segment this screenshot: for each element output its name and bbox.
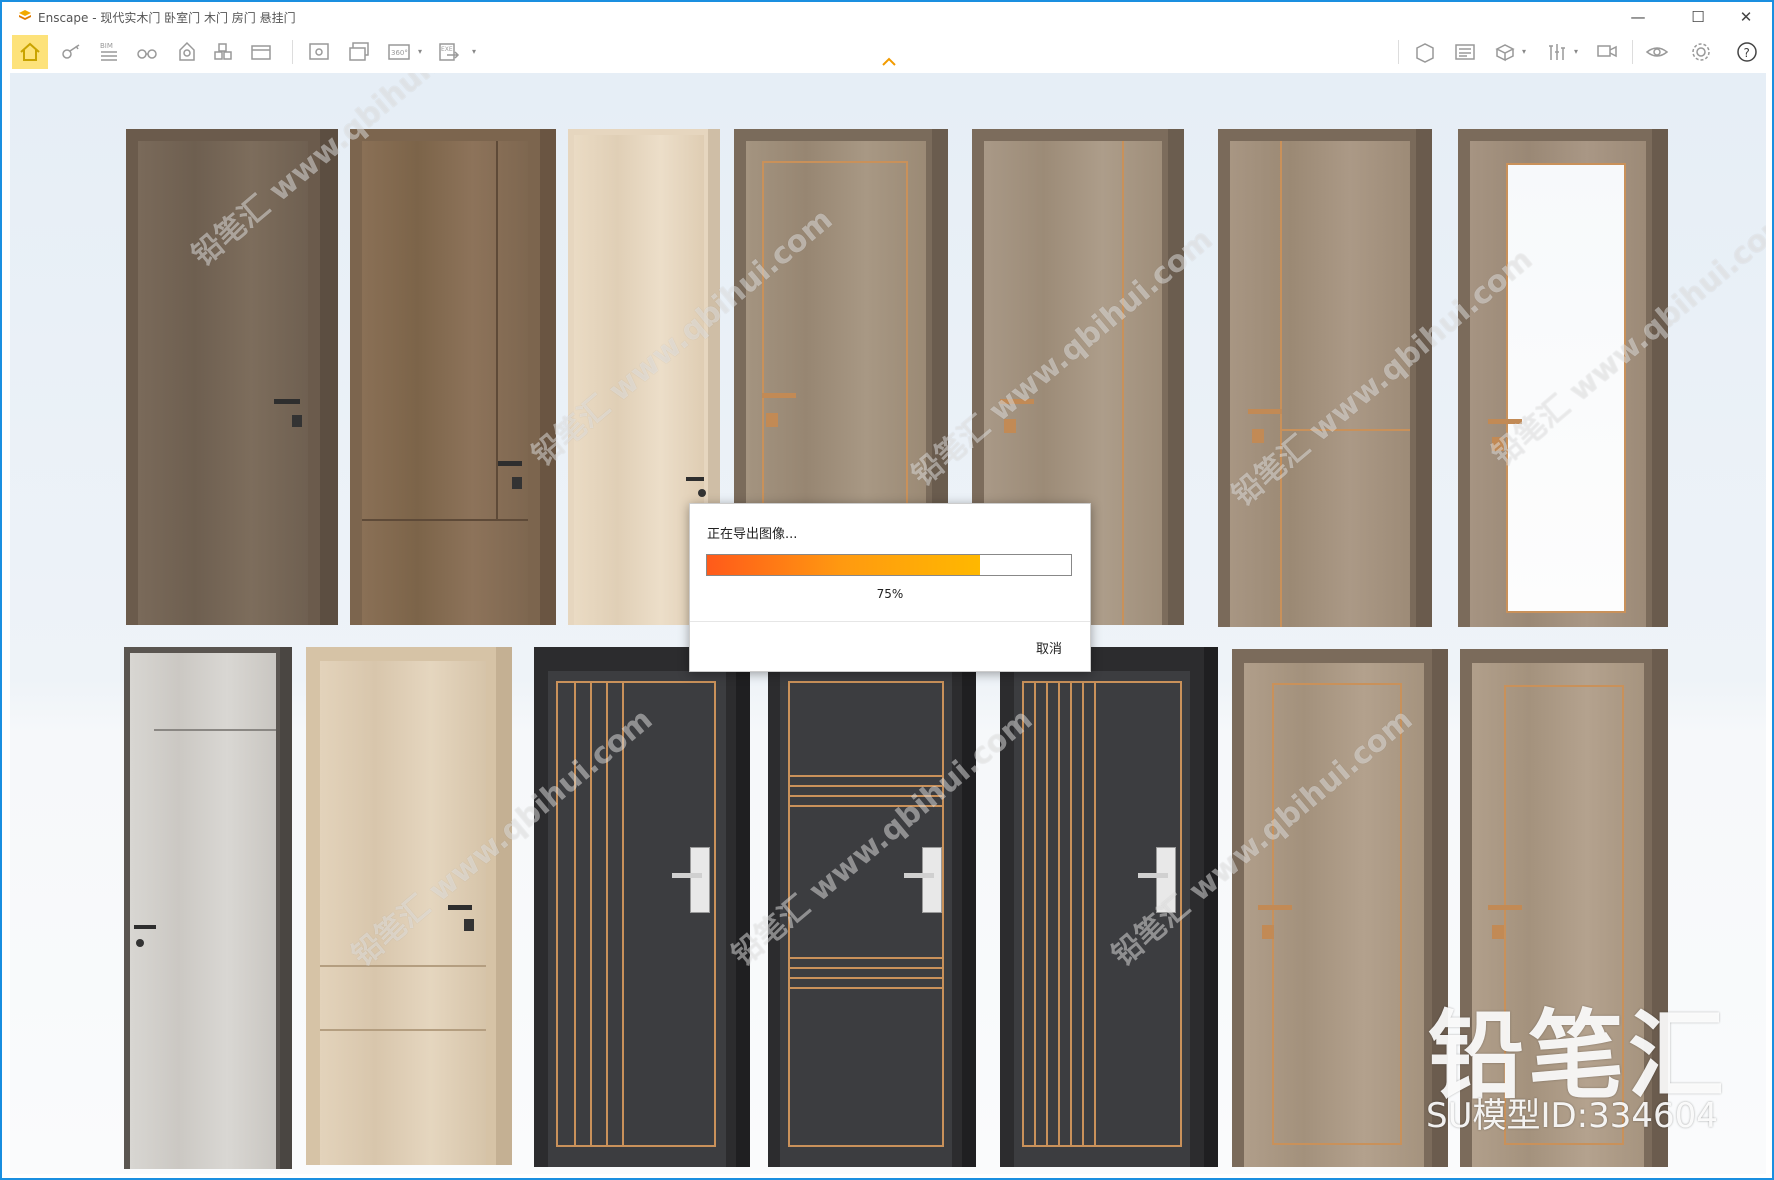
panorama-icon: 360° bbox=[388, 44, 410, 60]
view-management-icon bbox=[251, 45, 271, 60]
visual-settings-button[interactable] bbox=[1542, 37, 1572, 67]
atmosphere-icon bbox=[1495, 44, 1515, 62]
svg-text:?: ? bbox=[1744, 46, 1750, 60]
progress-bar-fill bbox=[707, 555, 980, 575]
walk-icon bbox=[62, 44, 80, 59]
collapse-toolbar-arrow-icon[interactable] bbox=[881, 56, 897, 68]
progress-percent-label: 75% bbox=[876, 587, 904, 601]
vr-icon bbox=[1645, 47, 1669, 57]
batch-render-icon bbox=[349, 42, 369, 61]
help-button[interactable]: ? bbox=[1732, 37, 1762, 67]
toolbar-separator bbox=[292, 40, 293, 64]
view-management-button[interactable] bbox=[246, 37, 276, 67]
panorama-label: 360° bbox=[391, 49, 408, 57]
model-id-watermark: SU模型ID:334604 bbox=[1426, 1096, 1718, 1136]
panorama-dropdown-caret[interactable]: ▾ bbox=[418, 47, 422, 56]
close-button[interactable]: ✕ bbox=[1724, 4, 1768, 30]
screenshot-button[interactable] bbox=[304, 37, 334, 67]
settings-button[interactable] bbox=[1686, 37, 1716, 67]
walk-mode-button[interactable] bbox=[56, 37, 86, 67]
cancel-button[interactable]: 取消 bbox=[1030, 636, 1068, 659]
visual-settings-dropdown-caret[interactable]: ▾ bbox=[1574, 47, 1578, 56]
export-button[interactable]: EXE bbox=[434, 37, 464, 67]
window-title: Enscape - 现代实木门 卧室门 木门 房门 悬挂门 bbox=[38, 11, 296, 25]
help-icon: ? bbox=[1737, 42, 1757, 62]
home-icon bbox=[20, 42, 40, 61]
export-label: EXE bbox=[441, 46, 453, 53]
cube-stack-icon bbox=[214, 43, 232, 60]
title-bar[interactable]: Enscape - 现代实木门 卧室门 木门 房门 悬挂门 — ☐ ✕ bbox=[2, 2, 1772, 32]
maximize-button[interactable]: ☐ bbox=[1676, 4, 1720, 30]
settings-icon bbox=[1692, 43, 1710, 61]
enscape-window: Enscape - 现代实木门 卧室门 木门 房门 悬挂门 — ☐ ✕ BIM bbox=[0, 0, 1774, 1180]
atmosphere-button[interactable] bbox=[1490, 37, 1520, 67]
toolbar-separator bbox=[1398, 40, 1399, 64]
vr-button[interactable] bbox=[1642, 37, 1672, 67]
dialog-divider bbox=[690, 621, 1090, 622]
bim-button[interactable]: BIM bbox=[94, 37, 124, 67]
enscape-logo-icon bbox=[19, 10, 31, 20]
toolbar-separator bbox=[1632, 40, 1633, 64]
asset-library-icon bbox=[1416, 43, 1434, 63]
binoculars-button[interactable] bbox=[132, 37, 162, 67]
door-model bbox=[124, 647, 292, 1169]
export-progress-bar bbox=[706, 554, 1072, 576]
light-view-button[interactable] bbox=[172, 37, 202, 67]
asset-library-button[interactable] bbox=[1410, 37, 1440, 67]
light-icon bbox=[179, 41, 195, 61]
upload-icon bbox=[1597, 45, 1617, 58]
door-model bbox=[350, 129, 556, 625]
material-editor-icon bbox=[1455, 44, 1475, 60]
visual-settings-icon bbox=[1549, 44, 1565, 60]
bim-icon: BIM bbox=[100, 42, 117, 61]
export-icon: EXE bbox=[439, 43, 460, 61]
batch-render-button[interactable] bbox=[344, 37, 374, 67]
dialog-message: 正在导出图像... bbox=[707, 527, 798, 542]
home-button[interactable] bbox=[12, 35, 48, 69]
minimize-button[interactable]: — bbox=[1616, 4, 1660, 30]
export-progress-dialog: 正在导出图像... 75% 取消 bbox=[689, 503, 1091, 672]
panorama-button[interactable]: 360° bbox=[384, 37, 414, 67]
export-dropdown-caret[interactable]: ▾ bbox=[472, 47, 476, 56]
material-editor-button[interactable] bbox=[1450, 37, 1480, 67]
screenshot-icon bbox=[309, 43, 329, 60]
atmosphere-dropdown-caret[interactable]: ▾ bbox=[1522, 47, 1526, 56]
upload-button[interactable] bbox=[1592, 37, 1622, 67]
bim-label: BIM bbox=[100, 42, 113, 50]
cube-stack-button[interactable] bbox=[208, 37, 238, 67]
binoculars-icon bbox=[137, 49, 157, 59]
